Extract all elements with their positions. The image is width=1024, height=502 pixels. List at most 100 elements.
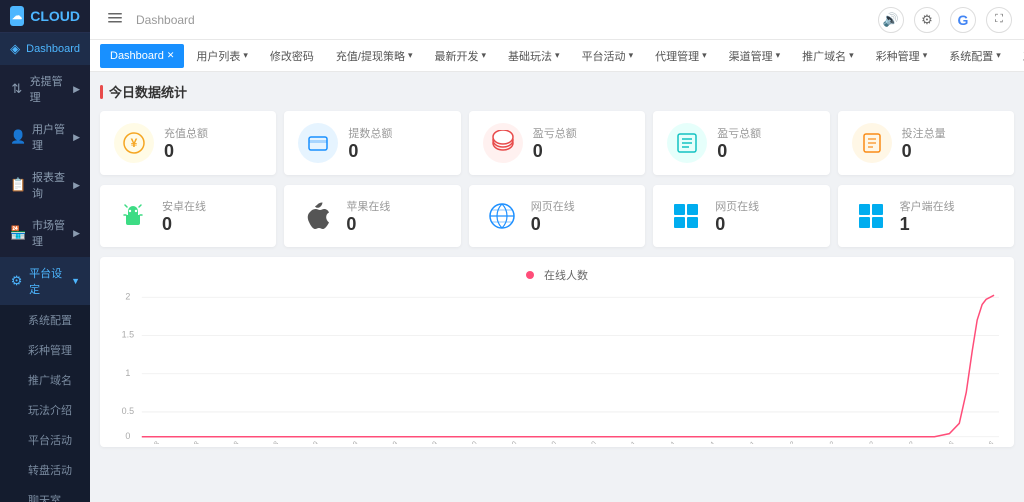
windows2-icon — [852, 197, 890, 235]
tab-newdev[interactable]: 最新开发 ▾ — [425, 44, 497, 68]
tab-gameplay[interactable]: 基础玩法 ▾ — [498, 44, 570, 68]
google-icon[interactable]: G — [950, 7, 976, 33]
tab-agent[interactable]: 代理管理 ▾ — [645, 44, 717, 68]
arrow-icon: ▶ — [73, 228, 80, 239]
svg-text:03-11: 03-11 — [620, 440, 638, 444]
svg-text:03-12: 03-12 — [858, 440, 876, 444]
tab-changepwd[interactable]: 修改密码 — [260, 44, 324, 68]
windows-icon — [667, 197, 705, 235]
svg-text:03-18: 03-18 — [262, 440, 280, 444]
svg-text:03-12: 03-12 — [779, 440, 797, 444]
svg-text:03-10: 03-10 — [461, 440, 479, 444]
chart-legend: 在线人数 — [110, 267, 1004, 283]
topbar-icons: 🔊 ⚙ G ⛶ — [878, 7, 1012, 33]
svg-text:2: 2 — [125, 291, 130, 301]
online-card-android: 安卓在线 0 — [100, 185, 276, 247]
tab-label: 修改密码 — [270, 48, 314, 64]
settings-icon[interactable]: ⚙ — [914, 7, 940, 33]
tab-label: 渠道管理 — [729, 48, 773, 64]
online-info: 安卓在线 0 — [162, 198, 206, 235]
tab-channel[interactable]: 渠道管理 ▾ — [719, 44, 791, 68]
sidebar-item-label: Dashboard — [26, 43, 80, 55]
bet-icon — [852, 123, 892, 163]
sidebar-item-chuti[interactable]: ⇅ 充提管理 ▶ — [0, 65, 90, 113]
arrow-icon: ▶ — [73, 132, 80, 143]
tab-arrow: ▾ — [849, 50, 854, 61]
svg-text:03-18: 03-18 — [143, 440, 161, 444]
stat-info: 充值总额 0 — [164, 125, 208, 162]
platform-icon: ⚙ — [10, 273, 23, 289]
stat-info: 盈亏总额 0 — [533, 125, 577, 162]
tab-arrow: ▾ — [555, 50, 560, 61]
tab-userlist[interactable]: 用户列表 ▾ — [186, 44, 258, 68]
tab-label: 最新开发 — [435, 48, 479, 64]
sidebar-item-label: 平台设定 — [29, 265, 65, 297]
dashboard-icon: ◈ — [10, 41, 20, 57]
tab-recharge[interactable]: 充值/提现策略 ▾ — [326, 44, 423, 68]
main-area: Dashboard 🔊 ⚙ G ⛶ Dashboard ✕ 用户列表 ▾ 修改密… — [90, 0, 1024, 502]
chuti-icon: ⇅ — [10, 81, 24, 97]
stat-value: 0 — [902, 141, 946, 162]
sub-item-howto[interactable]: 玩法介绍 — [0, 395, 90, 425]
content-area: 今日数据统计 ¥ 充值总额 0 提数总额 0 — [90, 72, 1024, 502]
sidebar-item-report[interactable]: 📋 报表查询 ▶ — [0, 161, 90, 209]
sidebar-item-user[interactable]: 👤 用户管理 ▶ — [0, 113, 90, 161]
sidebar-item-dashboard[interactable]: ◈ Dashboard — [0, 33, 90, 65]
online-value: 0 — [715, 214, 759, 235]
withdraw-icon — [298, 123, 338, 163]
tab-label: 充值/提现策略 — [336, 48, 405, 64]
profit-icon — [483, 123, 523, 163]
tab-dashboard[interactable]: Dashboard ✕ — [100, 44, 184, 68]
svg-text:03-11: 03-11 — [660, 440, 678, 444]
fullscreen-icon[interactable]: ⛶ — [986, 7, 1012, 33]
tab-arrow: ▾ — [996, 50, 1001, 61]
stat-card-profit: 盈亏总额 0 — [469, 111, 645, 175]
tab-promo[interactable]: 推广域名 ▾ — [792, 44, 864, 68]
stat-info: 提数总额 0 — [348, 125, 392, 162]
app-logo[interactable]: ☁ CLOUD — [0, 0, 90, 33]
online-value: 0 — [346, 214, 390, 235]
tab-platform[interactable]: 平台活动 ▾ — [572, 44, 644, 68]
tab-arrow: ▾ — [243, 50, 248, 61]
sidebar-item-market[interactable]: 🏪 市场管理 ▶ — [0, 209, 90, 257]
stat-value: 0 — [533, 141, 577, 162]
svg-text:03-18: 03-18 — [222, 440, 240, 444]
tab-lottery[interactable]: 彩种管理 ▾ — [866, 44, 938, 68]
sub-item-lottery[interactable]: 彩种管理 — [0, 335, 90, 365]
sub-item-chat[interactable]: 聊天室 — [0, 485, 90, 502]
sidebar-item-label: 用户管理 — [32, 121, 67, 153]
online-info: 客户端在线 1 — [900, 198, 955, 235]
tab-syscfg[interactable]: 系统配置 ▾ — [939, 44, 1011, 68]
stat-info: 投注总量 0 — [902, 125, 946, 162]
online-label: 安卓在线 — [162, 198, 206, 214]
online-info: 网页在线 0 — [715, 198, 759, 235]
online-value: 0 — [162, 214, 206, 235]
svg-text:03-18: 03-18 — [183, 440, 201, 444]
svg-text:03-10: 03-10 — [540, 440, 558, 444]
online-value: 1 — [900, 214, 955, 235]
online-card-windows: 网页在线 0 — [653, 185, 829, 247]
sidebar-item-label: 充提管理 — [30, 73, 67, 105]
tab-arrow: ▾ — [482, 50, 487, 61]
arrow-icon: ▼ — [71, 276, 80, 286]
tab-arrow: ▾ — [702, 50, 707, 61]
svg-text:03-16: 03-16 — [977, 440, 995, 444]
market-icon: 🏪 — [10, 225, 26, 241]
sub-item-activity[interactable]: 平台活动 — [0, 425, 90, 455]
tab-arrow: ▾ — [776, 50, 781, 61]
ie-icon — [483, 197, 521, 235]
collapse-button[interactable] — [102, 7, 128, 32]
volume-icon[interactable]: 🔊 — [878, 7, 904, 33]
tab-label: 代理管理 — [655, 48, 699, 64]
chart-area: 在线人数 2 1.5 1 0.5 0 — [100, 257, 1014, 447]
sub-item-wheel[interactable]: 转盘活动 — [0, 455, 90, 485]
sub-item-syscfg[interactable]: 系统配置 — [0, 305, 90, 335]
tab-tools[interactable]: 工具集 ▾ — [1013, 44, 1024, 68]
sidebar-item-platform[interactable]: ⚙ 平台设定 ▼ — [0, 257, 90, 305]
tab-close[interactable]: ✕ — [167, 50, 175, 61]
tab-label: 系统配置 — [949, 48, 993, 64]
recharge-icon: ¥ — [114, 123, 154, 163]
svg-text:1.5: 1.5 — [122, 329, 134, 339]
sub-item-domain[interactable]: 推广域名 — [0, 365, 90, 395]
online-card-apple: 苹果在线 0 — [284, 185, 460, 247]
